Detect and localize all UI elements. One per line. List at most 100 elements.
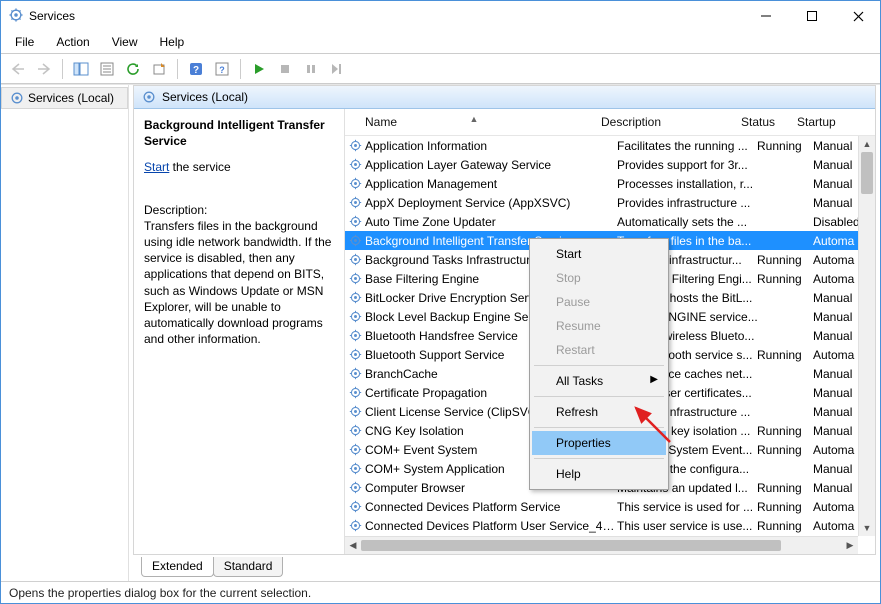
sort-indicator-icon: ▲ bbox=[470, 115, 479, 124]
menu-action[interactable]: Action bbox=[52, 33, 93, 51]
scroll-down-arrow[interactable]: ▼ bbox=[859, 520, 875, 536]
close-button[interactable] bbox=[844, 6, 872, 26]
menu-file[interactable]: File bbox=[11, 33, 38, 51]
gear-icon bbox=[347, 386, 363, 399]
menu-help[interactable]: Help bbox=[156, 33, 189, 51]
gear-icon bbox=[347, 310, 363, 323]
service-startup-cell: Disabled bbox=[813, 215, 863, 229]
service-status-cell: Running bbox=[757, 481, 813, 495]
export-list-button[interactable] bbox=[148, 58, 170, 80]
service-row[interactable]: Application Layer Gateway ServiceProvide… bbox=[345, 155, 875, 174]
service-startup-cell: Manual bbox=[813, 158, 863, 172]
view-tabs: Extended Standard bbox=[133, 555, 876, 577]
service-startup-cell: Automa bbox=[813, 443, 863, 457]
service-name-cell: Connected Devices Platform Service bbox=[363, 500, 617, 514]
column-header-name[interactable]: Name ▲ bbox=[347, 115, 601, 129]
service-row[interactable]: Connected Devices Platform ServiceThis s… bbox=[345, 497, 875, 516]
service-status-cell: Running bbox=[757, 348, 813, 362]
scrollbar-thumb-horizontal[interactable] bbox=[361, 540, 781, 551]
column-header-description[interactable]: Description bbox=[601, 115, 741, 129]
forward-button[interactable] bbox=[33, 58, 55, 80]
service-startup-cell: Manual bbox=[813, 424, 863, 438]
pause-service-button[interactable] bbox=[300, 58, 322, 80]
gear-icon bbox=[347, 500, 363, 513]
status-bar: Opens the properties dialog box for the … bbox=[1, 581, 880, 603]
gear-icon bbox=[347, 348, 363, 361]
service-row[interactable]: Application InformationFacilitates the r… bbox=[345, 136, 875, 155]
window-title: Services bbox=[29, 9, 752, 23]
menu-separator bbox=[534, 365, 664, 366]
tab-standard[interactable]: Standard bbox=[213, 557, 284, 577]
service-startup-cell: Manual bbox=[813, 329, 863, 343]
service-status-cell: Running bbox=[757, 139, 813, 153]
gear-icon bbox=[347, 462, 363, 475]
services-app-icon bbox=[9, 8, 23, 25]
service-desc-cell: Automatically sets the ... bbox=[617, 215, 757, 229]
gear-icon bbox=[347, 424, 363, 437]
service-desc-cell: Provides support for 3r... bbox=[617, 158, 757, 172]
maximize-button[interactable] bbox=[798, 6, 826, 26]
service-desc-cell: This user service is use... bbox=[617, 519, 757, 533]
menu-separator bbox=[534, 458, 664, 459]
gear-icon bbox=[347, 519, 363, 532]
tab-extended[interactable]: Extended bbox=[141, 557, 214, 577]
column-header-status[interactable]: Status bbox=[741, 115, 797, 129]
restart-service-button[interactable] bbox=[326, 58, 348, 80]
status-text: Opens the properties dialog box for the … bbox=[9, 586, 311, 600]
gear-icon bbox=[347, 329, 363, 342]
scrollbar-thumb-vertical[interactable] bbox=[861, 152, 873, 194]
gear-icon bbox=[347, 367, 363, 380]
start-service-link[interactable]: Start bbox=[144, 160, 169, 174]
service-row[interactable]: Auto Time Zone UpdaterAutomatically sets… bbox=[345, 212, 875, 231]
service-status-cell: Running bbox=[757, 500, 813, 514]
service-name-cell: Auto Time Zone Updater bbox=[363, 215, 617, 229]
service-startup-cell: Manual bbox=[813, 196, 863, 210]
menu-item-properties[interactable]: Properties bbox=[532, 431, 666, 455]
menu-item-refresh[interactable]: Refresh bbox=[532, 400, 666, 424]
menu-item-start[interactable]: Start bbox=[532, 242, 666, 266]
scroll-right-arrow[interactable]: ▶ bbox=[842, 540, 858, 551]
horizontal-scrollbar[interactable]: ◀ ▶ bbox=[345, 536, 858, 554]
service-startup-cell: Manual bbox=[813, 481, 863, 495]
properties-button[interactable] bbox=[96, 58, 118, 80]
service-status-cell: Running bbox=[757, 519, 813, 533]
service-row[interactable]: Application ManagementProcesses installa… bbox=[345, 174, 875, 193]
gear-icon bbox=[347, 272, 363, 285]
help-button[interactable]: ? bbox=[185, 58, 207, 80]
service-startup-cell: Automa bbox=[813, 272, 863, 286]
menu-item-all-tasks[interactable]: All Tasks▶ bbox=[532, 369, 666, 393]
submenu-arrow-icon: ▶ bbox=[650, 374, 658, 385]
service-status-cell: Running bbox=[757, 424, 813, 438]
help-topics-button[interactable]: ? bbox=[211, 58, 233, 80]
column-header-startup[interactable]: Startup bbox=[797, 115, 847, 129]
menu-item-resume: Resume bbox=[532, 314, 666, 338]
minimize-button[interactable] bbox=[752, 6, 780, 26]
menu-view[interactable]: View bbox=[108, 33, 142, 51]
menu-item-help[interactable]: Help bbox=[532, 462, 666, 486]
service-status-cell: Running bbox=[757, 272, 813, 286]
show-hide-tree-button[interactable] bbox=[70, 58, 92, 80]
vertical-scrollbar[interactable]: ▲ ▼ bbox=[858, 136, 875, 536]
start-service-button[interactable] bbox=[248, 58, 270, 80]
description-label: Description: bbox=[144, 202, 334, 218]
panel-header: Services (Local) bbox=[134, 86, 875, 109]
scroll-left-arrow[interactable]: ◀ bbox=[345, 540, 361, 551]
service-desc-cell: Processes installation, r... bbox=[617, 177, 757, 191]
refresh-button[interactable] bbox=[122, 58, 144, 80]
gear-icon bbox=[347, 234, 363, 247]
service-status-cell: Running bbox=[757, 253, 813, 267]
gear-icon bbox=[347, 177, 363, 190]
title-bar: Services bbox=[1, 1, 880, 31]
service-startup-cell: Manual bbox=[813, 291, 863, 305]
stop-service-button[interactable] bbox=[274, 58, 296, 80]
back-button[interactable] bbox=[7, 58, 29, 80]
tree-item-services-local[interactable]: Services (Local) bbox=[1, 87, 128, 109]
menu-separator bbox=[534, 427, 664, 428]
service-row[interactable]: Connected Devices Platform User Service_… bbox=[345, 516, 875, 535]
panel-header-title: Services (Local) bbox=[162, 90, 248, 104]
toolbar: ? ? bbox=[1, 54, 880, 84]
service-name-cell: AppX Deployment Service (AppXSVC) bbox=[363, 196, 617, 210]
service-row[interactable]: AppX Deployment Service (AppXSVC)Provide… bbox=[345, 193, 875, 212]
menu-item-stop: Stop bbox=[532, 266, 666, 290]
scroll-up-arrow[interactable]: ▲ bbox=[859, 136, 875, 152]
